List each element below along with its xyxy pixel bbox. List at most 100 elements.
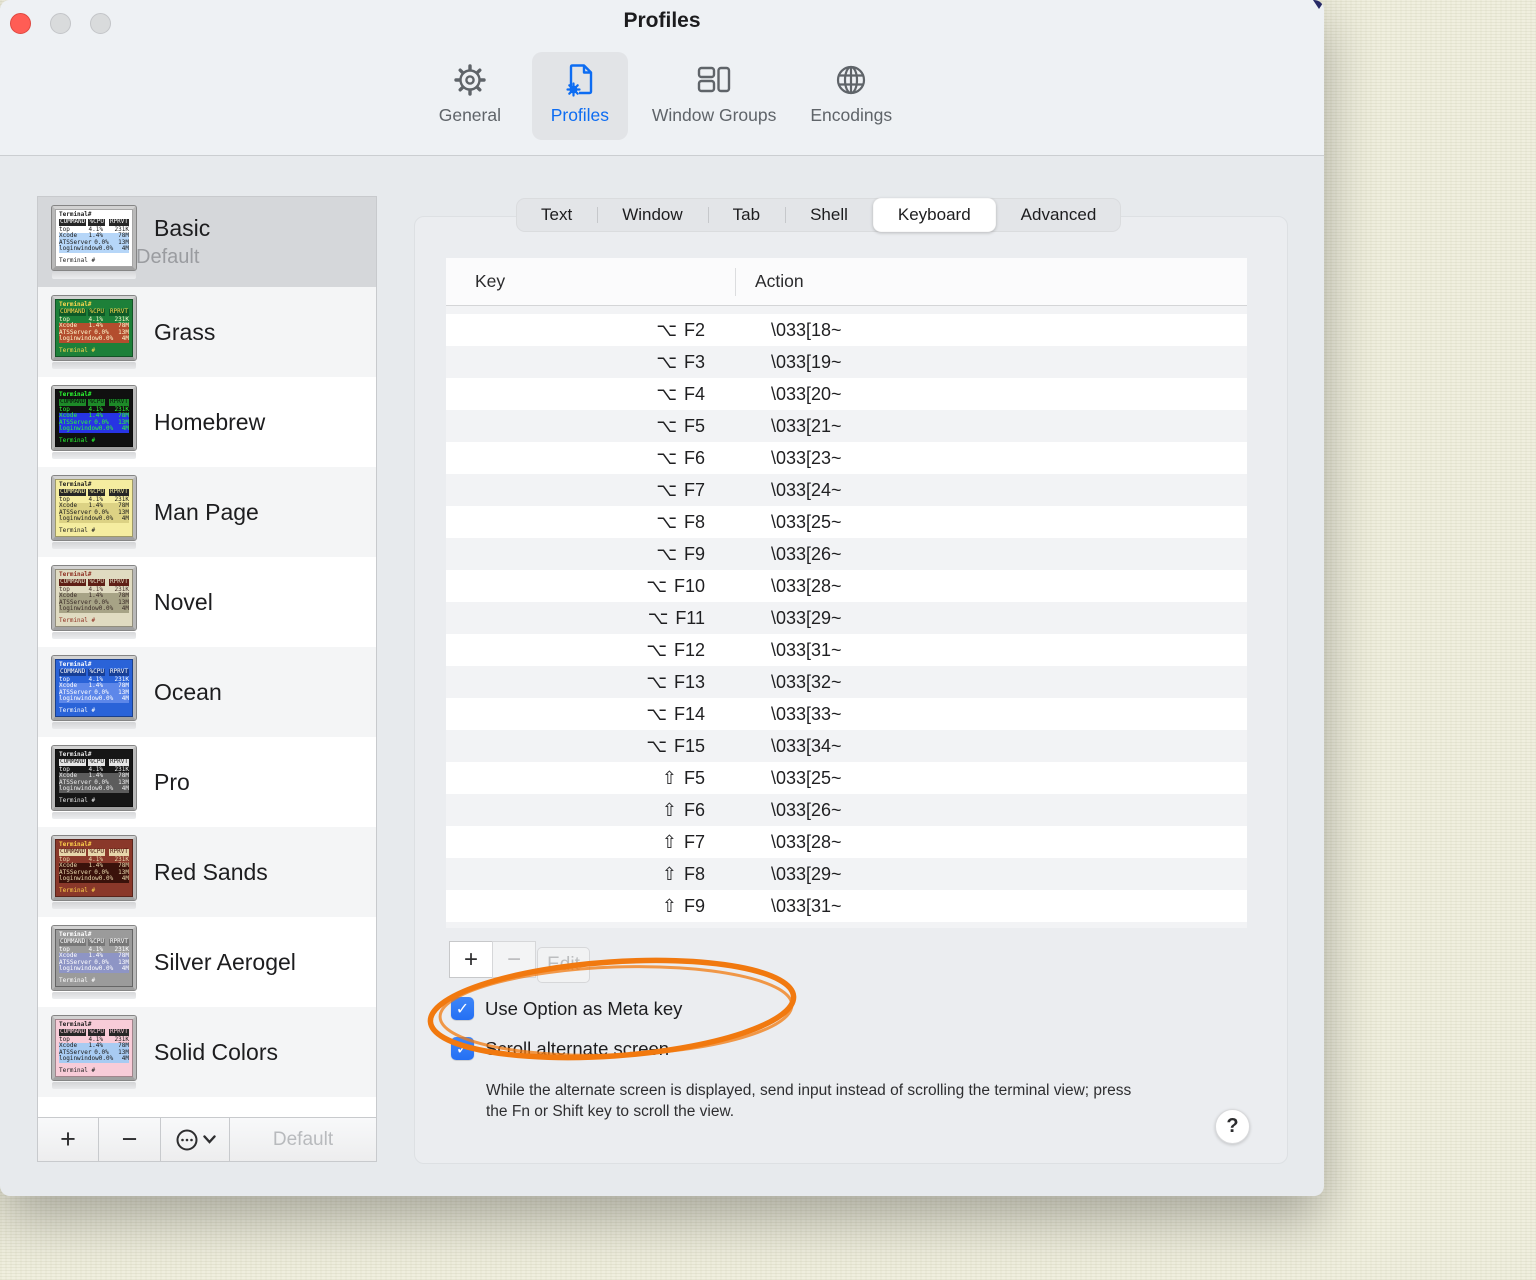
shortcut-row[interactable]: ⇧ F8 \033[29~ <box>446 858 1247 890</box>
partial-row-top <box>446 306 1247 314</box>
shortcut-row[interactable]: ⌥ F5 \033[21~ <box>446 410 1247 442</box>
profile-thumbnail: Terminal# COMMAND %CPU RPRVT top 4.1% 231K Xc… <box>51 834 137 909</box>
toolbar-item-general[interactable]: General <box>422 52 518 140</box>
profile-list-item-red-sands[interactable]: Terminal# COMMAND %CPU RPRVT top 4.1% 231K Xc… <box>38 827 376 917</box>
column-divider <box>735 268 736 296</box>
tab-advanced[interactable]: Advanced <box>996 198 1122 232</box>
globe-icon <box>833 58 869 102</box>
profile-list-item-pro[interactable]: Terminal# COMMAND %CPU RPRVT top 4.1% 231K Xc… <box>38 737 376 827</box>
tab-keyboard[interactable]: Keyboard <box>872 198 996 232</box>
profile-name: Solid Colors <box>154 1038 278 1065</box>
profile-thumbnail: Terminal# COMMAND %CPU RPRVT top 4.1% 231K Xc… <box>51 654 137 729</box>
key-column-header: Key <box>475 271 506 291</box>
profile-name: Red Sands <box>154 858 268 885</box>
shortcut-row[interactable]: ⇧ F6 \033[26~ <box>446 794 1247 826</box>
profile-list-item-grass[interactable]: Terminal# COMMAND %CPU RPRVT top 4.1% 231K Xc… <box>38 287 376 377</box>
alternate-screen-footnote: While the alternate screen is displayed,… <box>486 1082 1132 1120</box>
profile-thumbnail: Terminal# COMMAND %CPU RPRVT top 4.1% 231K Xc… <box>51 564 137 639</box>
edit-shortcut-button[interactable]: Edit <box>537 947 590 983</box>
shortcut-row[interactable]: ⌥ F4 \033[20~ <box>446 378 1247 410</box>
tab-bar: Text Window Tab Shell Keyboard Advanced <box>516 198 1122 232</box>
profile-name: Homebrew <box>154 408 266 435</box>
sidebar-footer: + − Default <box>38 1117 376 1161</box>
tab-text[interactable]: Text <box>516 198 597 232</box>
table-body: ⌥ F2 \033[18~ ⌥ F3 \033[19~ ⌥ F4 \033[20~ ⌥ F5 \033… <box>446 306 1247 928</box>
ellipsis-circle-icon <box>175 1128 199 1152</box>
shortcut-row[interactable]: ⌥ F13 \033[32~ <box>446 666 1247 698</box>
shortcut-row[interactable]: ⌥ F8 \033[25~ <box>446 506 1247 538</box>
profile-list-item-homebrew[interactable]: Terminal# COMMAND %CPU RPRVT top 4.1% 231K Xc… <box>38 377 376 467</box>
toolbar-label: General <box>438 105 501 125</box>
default-profile-button[interactable]: Default <box>230 1118 376 1161</box>
profile-list-item-silver-aerogel[interactable]: Terminal# COMMAND %CPU RPRVT top 4.1% 231K Xc… <box>38 917 376 1007</box>
profile-thumbnail: Terminal# COMMAND %CPU RPRVT top 4.1% 231K Xc… <box>51 384 137 459</box>
toolbar-label: Profiles <box>550 105 610 125</box>
toolbar-item-window-groups[interactable]: Window Groups <box>642 52 787 140</box>
tab-tab[interactable]: Tab <box>707 198 785 232</box>
terminal-preferences-window: Profiles General Profiles Window Groups … <box>0 0 1324 1196</box>
profile-name: Novel <box>154 588 213 615</box>
shortcut-row[interactable]: ⇧ F9 \033[31~ <box>446 890 1247 922</box>
use-option-as-meta-key-checkbox[interactable]: ✓ <box>451 997 474 1020</box>
chevron-down-icon <box>202 1135 216 1144</box>
toolbar-label: Encodings <box>810 105 893 125</box>
checkbox-label: Use Option as Meta key <box>485 997 683 1019</box>
profile-name: Pro <box>154 768 190 795</box>
shortcut-row[interactable]: ⌥ F12 \033[31~ <box>446 634 1247 666</box>
checkbox-label: Scroll alternate screen <box>485 1037 670 1059</box>
shortcut-row[interactable]: ⌥ F14 \033[33~ <box>446 698 1247 730</box>
profile-list: Terminal# COMMAND %CPU RPRVT top 4.1% 231K Xc… <box>38 197 376 1118</box>
use-option-as-meta-key-row: ✓ Use Option as Meta key <box>451 997 682 1020</box>
shortcut-row[interactable]: ⇧ F5 \033[25~ <box>446 762 1247 794</box>
profile-list-item-basic[interactable]: Terminal# COMMAND %CPU RPRVT top 4.1% 231K Xc… <box>38 197 376 287</box>
desktop-background: Profiles General Profiles Window Groups … <box>0 0 1536 1280</box>
shortcut-row[interactable]: ⌥ F2 \033[18~ <box>446 314 1247 346</box>
profile-list-item-novel[interactable]: Terminal# COMMAND %CPU RPRVT top 4.1% 231K Xc… <box>38 557 376 647</box>
shortcut-row[interactable]: ⌥ F11 \033[29~ <box>446 602 1247 634</box>
window-groups-icon <box>695 58 733 102</box>
shortcut-row[interactable]: ⇧ F7 \033[28~ <box>446 826 1247 858</box>
profile-default-badge: Default <box>136 246 200 268</box>
profile-name: Man Page <box>154 498 259 525</box>
tab-shell[interactable]: Shell <box>785 198 873 232</box>
action-column-header: Action <box>755 271 804 291</box>
window-title: Profiles <box>623 9 701 32</box>
partial-row-bottom <box>446 922 1247 928</box>
profile-name: Grass <box>154 318 216 345</box>
shortcut-row[interactable]: ⌥ F10 \033[28~ <box>446 570 1247 602</box>
shortcut-row[interactable]: ⌥ F9 \033[26~ <box>446 538 1247 570</box>
profile-list-item-man-page[interactable]: Terminal# COMMAND %CPU RPRVT top 4.1% 231K Xc… <box>38 467 376 557</box>
keyboard-shortcut-table: Key Action ⌥ F2 \033[18~ ⌥ F3 \033[19~ ⌥ F4 \033… <box>446 258 1247 928</box>
gear-icon <box>452 58 488 102</box>
profile-thumbnail: Terminal# COMMAND %CPU RPRVT top 4.1% 231K Xc… <box>51 1014 137 1089</box>
shortcut-row[interactable]: ⌥ F6 \033[23~ <box>446 442 1247 474</box>
profile-thumbnail: Terminal# COMMAND %CPU RPRVT top 4.1% 231K Xc… <box>51 474 137 549</box>
profile-thumbnail: Terminal# COMMAND %CPU RPRVT top 4.1% 231K Xc… <box>51 294 137 369</box>
shortcut-row[interactable]: ⌥ F7 \033[24~ <box>446 474 1247 506</box>
help-button[interactable]: ? <box>1215 1109 1250 1144</box>
toolbar-item-encodings[interactable]: Encodings <box>800 52 902 140</box>
profile-name: Basic <box>154 215 211 241</box>
toolbar-label: Window Groups <box>651 105 777 125</box>
profile-list-item-solid-colors[interactable]: Terminal# COMMAND %CPU RPRVT top 4.1% 231K Xc… <box>38 1007 376 1097</box>
remove-shortcut-button[interactable]: − <box>492 941 536 978</box>
tab-window[interactable]: Window <box>597 198 707 232</box>
profile-name: Ocean <box>154 678 222 705</box>
shortcut-row[interactable]: ⌥ F3 \033[19~ <box>446 346 1247 378</box>
table-header: Key Action <box>446 258 1247 306</box>
profile-thumbnail: Terminal# COMMAND %CPU RPRVT top 4.1% 231K Xc… <box>51 204 137 279</box>
profile-list-item-ocean[interactable]: Terminal# COMMAND %CPU RPRVT top 4.1% 231K Xc… <box>38 647 376 737</box>
title-toolbar-area: Profiles General Profiles Window Groups … <box>0 0 1324 156</box>
profile-document-gear-icon <box>562 58 598 102</box>
add-shortcut-button[interactable]: + <box>449 941 493 978</box>
scroll-alternate-screen-checkbox[interactable]: ✓ <box>451 1037 474 1060</box>
shortcut-row[interactable]: ⌥ F15 \033[34~ <box>446 730 1247 762</box>
profile-name: Silver Aerogel <box>154 948 296 975</box>
profile-thumbnail: Terminal# COMMAND %CPU RPRVT top 4.1% 231K Xc… <box>51 924 137 999</box>
profile-actions-menu-button[interactable] <box>161 1118 230 1161</box>
remove-profile-button[interactable]: − <box>99 1118 161 1161</box>
toolbar-item-profiles[interactable]: Profiles <box>531 52 628 140</box>
scroll-alternate-screen-row: ✓ Scroll alternate screen <box>451 1037 669 1060</box>
add-profile-button[interactable]: + <box>38 1118 99 1161</box>
profiles-sidebar: Terminal# COMMAND %CPU RPRVT top 4.1% 231K Xc… <box>37 196 377 1162</box>
